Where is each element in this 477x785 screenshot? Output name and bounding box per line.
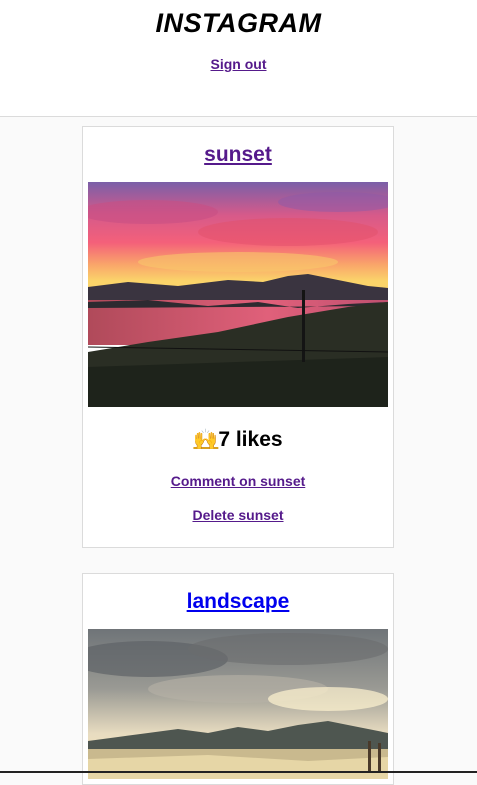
post-title-link[interactable]: landscape xyxy=(187,590,290,613)
landscape-image xyxy=(88,629,388,779)
post-title-link[interactable]: sunset xyxy=(204,143,272,166)
likes-count: 7 likes xyxy=(218,428,283,451)
delete-link[interactable]: Delete sunset xyxy=(192,507,283,523)
post-title-row: sunset xyxy=(83,143,393,167)
post-card: landscape xyxy=(82,573,394,785)
post-card: sunset 🙌7 likes Comment on sunset Delete… xyxy=(82,126,394,548)
post-photo xyxy=(88,629,388,779)
sign-out-row: Sign out xyxy=(0,56,477,72)
sign-out-link[interactable]: Sign out xyxy=(211,56,267,72)
post-title-row: landscape xyxy=(83,590,393,614)
sunset-image xyxy=(88,182,388,407)
comment-link[interactable]: Comment on sunset xyxy=(171,473,306,489)
comment-row: Comment on sunset xyxy=(83,473,393,489)
app-logo: INSTAGRAM xyxy=(155,8,322,38)
post-photo xyxy=(88,182,388,407)
delete-row: Delete sunset xyxy=(83,507,393,523)
top-header: INSTAGRAM Sign out xyxy=(0,0,477,117)
like-hands-icon[interactable]: 🙌 xyxy=(193,429,218,451)
likes-row: 🙌7 likes xyxy=(83,427,393,452)
